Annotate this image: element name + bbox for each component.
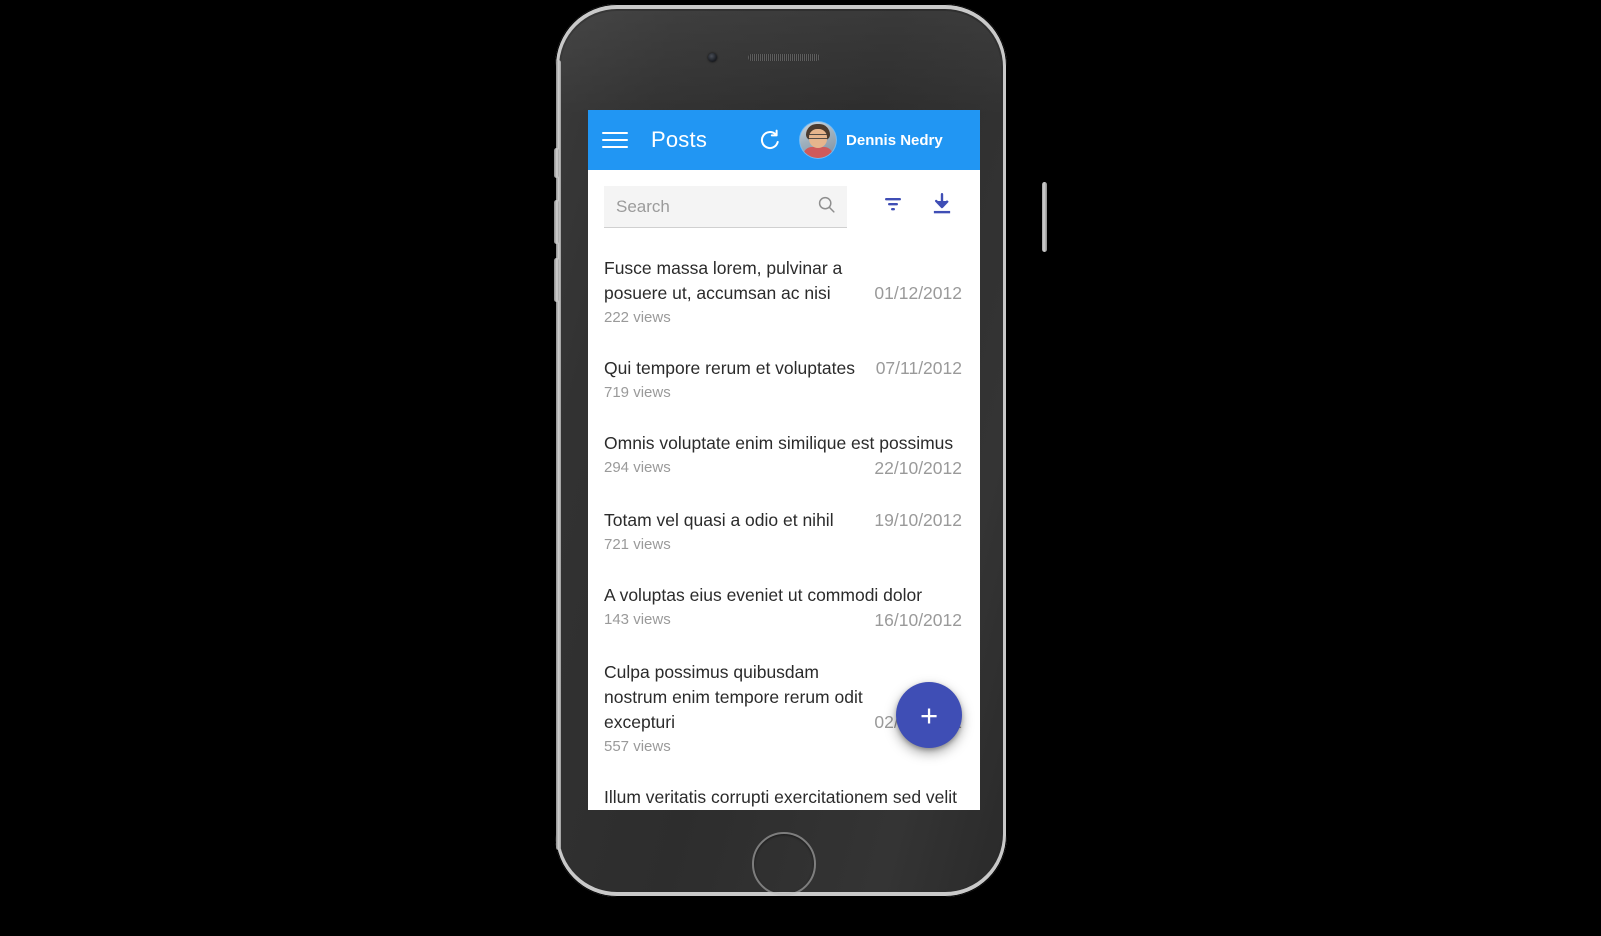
toolbar-row [588,170,980,228]
download-icon[interactable] [929,191,955,222]
earpiece-speaker [748,54,820,61]
home-button[interactable] [752,832,816,896]
post-views: 222 views [604,309,671,326]
user-chip[interactable]: Dennis Nedry [800,122,943,158]
post-title: Illum veritatis corrupti exercitationem … [604,787,958,807]
power-button[interactable] [1042,182,1047,252]
user-name-label: Dennis Nedry [846,131,943,149]
refresh-icon[interactable] [757,127,783,153]
post-title: A voluptas eius eveniet ut commodi dolor [604,585,923,605]
search-field[interactable] [604,186,847,228]
post-title: Culpa possimus quibusdam nostrum enim te… [604,662,863,732]
add-plus-icon: + [919,697,939,733]
post-date: 22/10/2012 [874,458,962,478]
phone-left-edge [556,60,561,850]
search-input[interactable] [616,196,812,217]
search-icon [816,194,837,220]
post-views: 719 views [604,384,671,401]
list-item[interactable]: Illum veritatis corrupti exercitationem … [604,771,962,810]
post-title: Totam vel quasi a odio et nihil [604,510,834,530]
hamburger-menu-icon[interactable] [602,127,628,153]
list-item[interactable]: Fusce massa lorem, pulvinar a posuere ut… [604,242,962,342]
post-title: Omnis voluptate enim similique est possi… [604,433,954,453]
list-item[interactable]: Qui tempore rerum et voluptates 07/11/20… [604,342,962,417]
list-item[interactable]: A voluptas eius eveniet ut commodi dolor… [604,569,962,646]
silent-switch-button[interactable] [554,148,559,178]
page-title: Posts [651,127,708,152]
add-post-fab[interactable]: + [896,682,962,748]
post-views: 294 views [604,459,671,476]
post-date: 07/11/2012 [875,358,962,378]
filter-icon[interactable] [881,192,905,221]
post-title: Qui tempore rerum et voluptates [604,358,855,378]
volume-down-button[interactable] [554,258,559,302]
post-date: 16/10/2012 [874,610,962,630]
post-title: Fusce massa lorem, pulvinar a posuere ut… [604,258,843,303]
app-bar: Posts Dennis Nedry [588,110,980,170]
front-camera-icon [708,53,717,62]
avatar [800,122,837,158]
post-date: 19/10/2012 [874,510,962,530]
post-views: 143 views [604,611,671,628]
screenshot-canvas: Posts Dennis Nedry Search Fusce massa lo… [0,0,1601,936]
post-views: 721 views [604,536,671,553]
list-item[interactable]: Omnis voluptate enim similique est possi… [604,417,962,494]
list-item[interactable]: Totam vel quasi a odio et nihil 19/10/20… [604,494,962,569]
volume-up-button[interactable] [554,200,559,244]
post-date: 01/12/2012 [874,283,962,303]
